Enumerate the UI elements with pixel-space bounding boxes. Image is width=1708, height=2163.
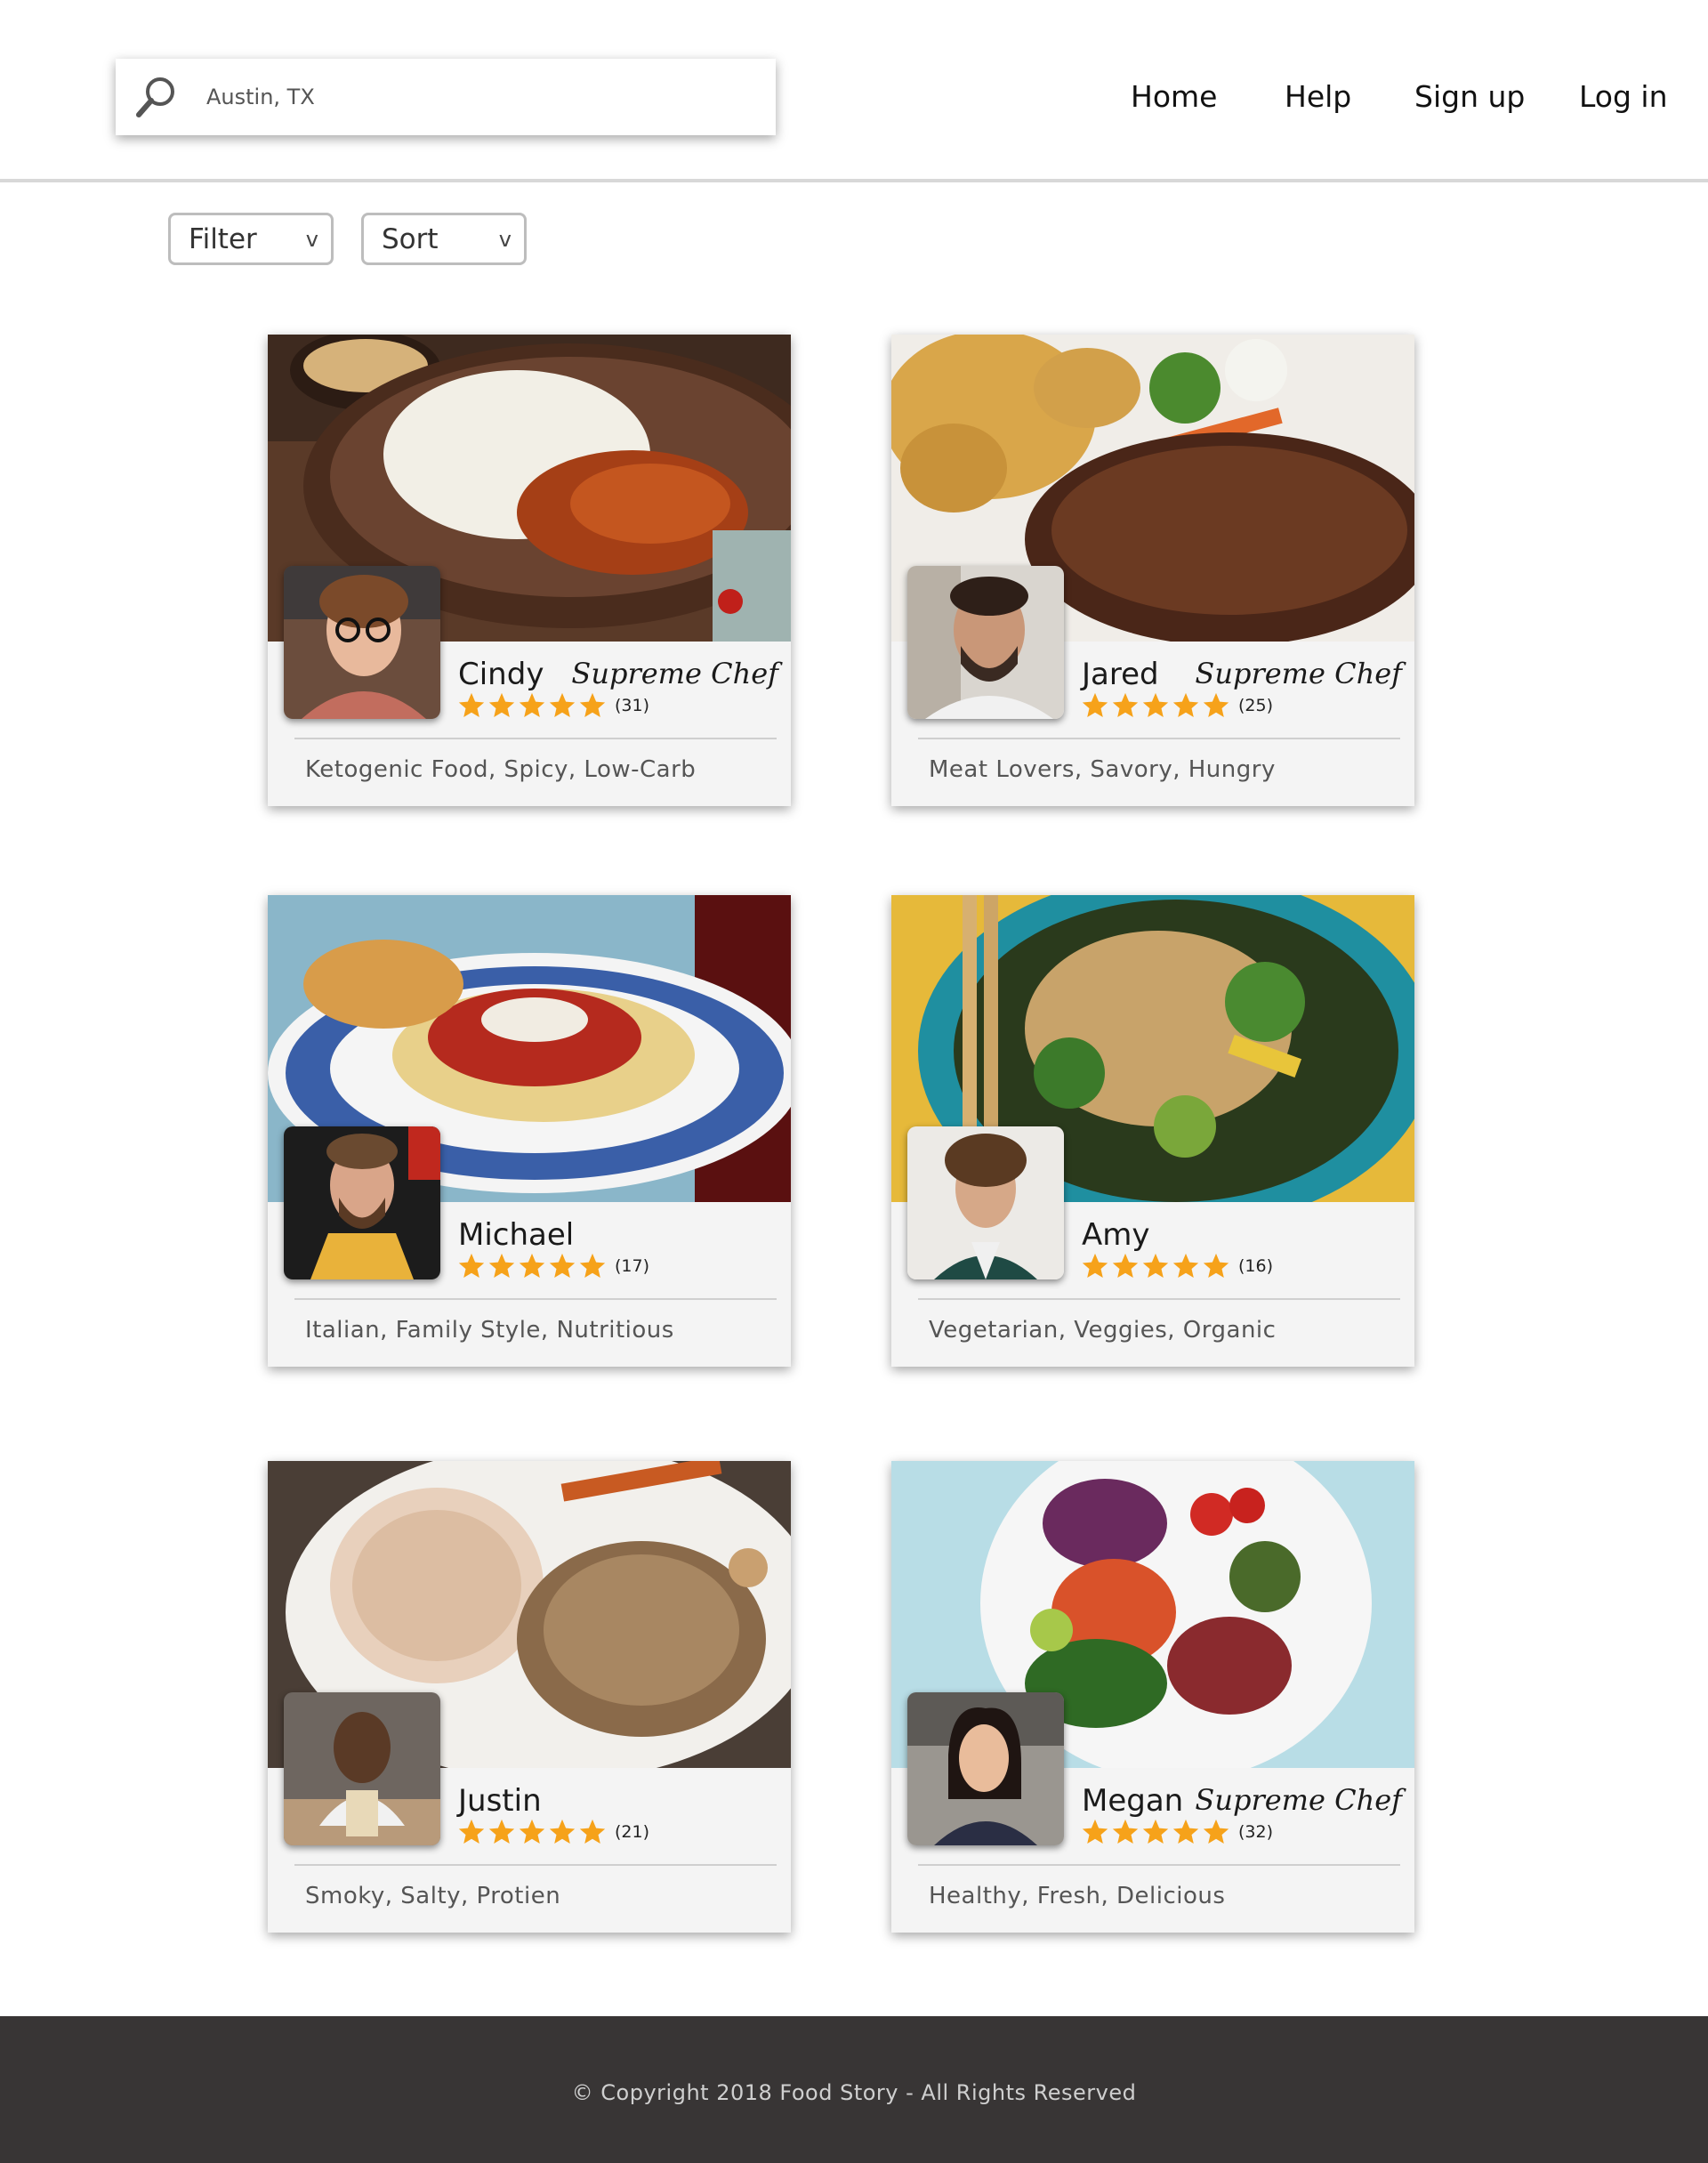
filter-label: Filter — [189, 222, 257, 255]
star-icon — [458, 692, 485, 718]
star-icon — [1082, 1253, 1108, 1279]
chef-card[interactable]: Jared Supreme Chef (25) Meat Lovers, Sav… — [891, 335, 1414, 806]
chef-name: Justin — [458, 1783, 542, 1819]
nav-login-link[interactable]: Log in — [1579, 75, 1668, 119]
site-header: Home Help Sign up Log in — [0, 0, 1708, 182]
sort-dropdown[interactable]: Sort v — [361, 213, 527, 265]
star-icon — [1082, 692, 1108, 718]
cuisine-tags: Italian, Family Style, Nutritious — [305, 1317, 674, 1344]
divider — [294, 1298, 777, 1300]
star-icon — [1142, 1253, 1169, 1279]
star-icon — [549, 1253, 576, 1279]
chef-name: Cindy — [458, 657, 544, 692]
filter-dropdown[interactable]: Filter v — [168, 213, 334, 265]
chef-name: Amy — [1082, 1217, 1150, 1253]
star-rating: (16) — [1080, 1251, 1273, 1281]
review-count: (31) — [615, 696, 650, 715]
star-icon — [458, 1819, 485, 1844]
chef-avatar — [907, 1126, 1064, 1279]
cuisine-tags: Vegetarian, Veggies, Organic — [929, 1317, 1277, 1344]
star-icon — [1203, 1253, 1229, 1279]
star-icon — [1112, 692, 1139, 718]
star-rating: (31) — [456, 690, 649, 721]
chef-name: Michael — [458, 1217, 575, 1253]
star-rating: (17) — [456, 1251, 649, 1281]
main-nav: Home Help Sign up Log in — [0, 75, 1708, 119]
chef-avatar — [284, 1126, 440, 1279]
divider — [918, 1298, 1400, 1300]
chef-title: Supreme Chef — [1195, 657, 1402, 690]
divider — [918, 1864, 1400, 1866]
cuisine-tags: Healthy, Fresh, Delicious — [929, 1883, 1226, 1909]
star-icon — [1203, 1819, 1229, 1844]
star-icon — [488, 1253, 515, 1279]
sort-label: Sort — [382, 222, 439, 255]
chef-name: Jared — [1082, 657, 1159, 692]
star-icon — [1203, 692, 1229, 718]
star-icon — [579, 1253, 606, 1279]
star-icon — [549, 1819, 576, 1844]
star-icon — [1172, 1253, 1199, 1279]
review-count: (21) — [615, 1822, 650, 1842]
divider — [294, 1864, 777, 1866]
chef-avatar — [284, 566, 440, 719]
star-icon — [549, 692, 576, 718]
chevron-down-icon: v — [305, 227, 318, 252]
chef-avatar — [907, 1692, 1064, 1845]
star-rating: (32) — [1080, 1817, 1273, 1847]
review-count: (16) — [1238, 1256, 1274, 1276]
review-count: (32) — [1238, 1822, 1274, 1842]
chef-card[interactable]: Amy (16) Vegetarian, Veggies, Organic — [891, 895, 1414, 1367]
nav-help-link[interactable]: Help — [1285, 75, 1351, 119]
cuisine-tags: Ketogenic Food, Spicy, Low-Carb — [305, 756, 697, 783]
divider — [918, 738, 1400, 739]
star-icon — [1172, 692, 1199, 718]
star-icon — [519, 1253, 545, 1279]
star-icon — [1142, 1819, 1169, 1844]
copyright-text: © Copyright 2018 Food Story - All Rights… — [571, 2080, 1137, 2105]
chevron-down-icon: v — [498, 227, 512, 252]
review-count: (17) — [615, 1256, 650, 1276]
star-icon — [1142, 692, 1169, 718]
cuisine-tags: Smoky, Salty, Protien — [305, 1883, 561, 1909]
star-icon — [1112, 1819, 1139, 1844]
chef-name: Megan — [1082, 1783, 1184, 1819]
star-icon — [579, 692, 606, 718]
star-icon — [519, 1819, 545, 1844]
star-icon — [488, 1819, 515, 1844]
chef-avatar — [284, 1692, 440, 1845]
site-footer: © Copyright 2018 Food Story - All Rights… — [0, 2016, 1708, 2163]
chef-card[interactable]: Michael (17) Italian, Family Style, Nutr… — [268, 895, 791, 1367]
star-icon — [1112, 1253, 1139, 1279]
nav-signup-link[interactable]: Sign up — [1414, 75, 1525, 119]
cuisine-tags: Meat Lovers, Savory, Hungry — [929, 756, 1276, 783]
chef-avatar — [907, 566, 1064, 719]
star-icon — [488, 692, 515, 718]
divider — [294, 738, 777, 739]
review-count: (25) — [1238, 696, 1274, 715]
nav-home-link[interactable]: Home — [1131, 75, 1217, 119]
chef-title: Supreme Chef — [571, 657, 778, 690]
star-rating: (21) — [456, 1817, 649, 1847]
chef-title: Supreme Chef — [1195, 1783, 1402, 1817]
star-icon — [458, 1253, 485, 1279]
chef-card[interactable]: Megan Supreme Chef (32) Healthy, Fresh, … — [891, 1461, 1414, 1933]
star-rating: (25) — [1080, 690, 1273, 721]
star-icon — [579, 1819, 606, 1844]
chef-card[interactable]: Justin (21) Smoky, Salty, Protien — [268, 1461, 791, 1933]
chef-card[interactable]: Cindy Supreme Chef (31) Ketogenic Food, … — [268, 335, 791, 806]
star-icon — [1082, 1819, 1108, 1844]
star-icon — [519, 692, 545, 718]
star-icon — [1172, 1819, 1199, 1844]
